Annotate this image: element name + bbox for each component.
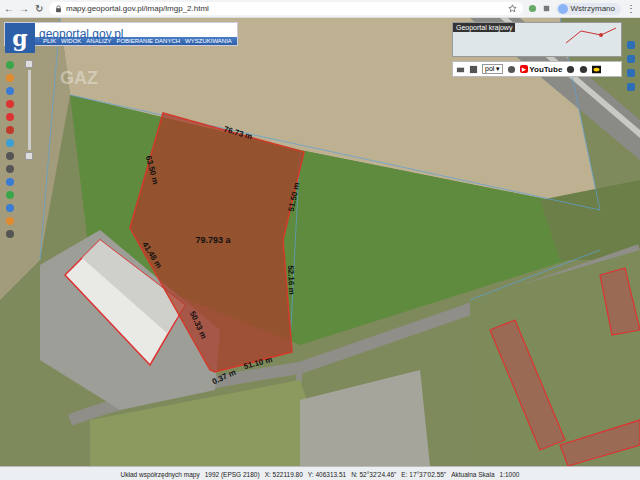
watermark: GAZ <box>60 68 98 89</box>
houses <box>490 268 640 466</box>
menu-item[interactable]: ANALIZY <box>86 38 111 44</box>
tool-icon[interactable] <box>5 190 15 200</box>
extension-icon[interactable] <box>528 4 537 13</box>
scale-label: Aktualna Skala <box>451 471 494 478</box>
url-text: mapy.geoportal.gov.pl/imap/lmgp_2.html <box>66 4 504 13</box>
menu-item[interactable]: PLIK <box>43 38 56 44</box>
menu-item[interactable]: POBIERANIE DANYCH <box>116 38 180 44</box>
scale-value: 1:1000 <box>500 471 520 478</box>
star-icon[interactable] <box>508 4 517 13</box>
lock-icon <box>55 5 62 13</box>
dimension-label: 52.16 m <box>286 265 296 295</box>
tool-icon[interactable] <box>5 125 15 135</box>
tool-icon[interactable] <box>5 216 15 226</box>
minimap-icon <box>561 23 621 53</box>
tool-icon[interactable] <box>5 203 15 213</box>
puzzle-icon[interactable] <box>542 4 551 13</box>
browser-window: ← → ↻ mapy.geoportal.gov.pl/imap/lmgp_2.htm… <box>0 0 640 480</box>
print-icon[interactable] <box>456 65 465 74</box>
back-button[interactable]: ← <box>4 3 14 14</box>
coord-y: Y: 406313.51 <box>308 471 346 478</box>
overview-panel: Geoportal krajowy pol ▾ ▶YouTube <box>452 22 622 77</box>
profile-button[interactable]: Wstrzymano <box>556 3 621 15</box>
panel-icon[interactable] <box>626 68 636 78</box>
tool-icon[interactable] <box>5 138 15 148</box>
panel-icon[interactable] <box>626 40 636 50</box>
browser-toolbar: ← → ↻ mapy.geoportal.gov.pl/imap/lmgp_2.htm… <box>0 0 640 18</box>
crs-value: 1992 (EPSG 2180) <box>205 471 260 478</box>
tool-icon[interactable] <box>5 229 15 239</box>
save-icon[interactable] <box>469 65 478 74</box>
panel-icon[interactable] <box>626 54 636 64</box>
tool-icon[interactable] <box>5 99 15 109</box>
left-toolbar <box>5 60 15 239</box>
coord-x: X: 522119.80 <box>265 471 303 478</box>
map-canvas[interactable]: GAZ79.793 a76.73 m63.50 m51.50 m41.48 m5… <box>0 18 640 466</box>
zoom-out-icon[interactable] <box>25 152 33 160</box>
tool-icon[interactable] <box>5 60 15 70</box>
overview-map[interactable]: Geoportal krajowy <box>452 22 622 57</box>
tool-icon[interactable] <box>5 177 15 187</box>
tool-icon[interactable] <box>5 112 15 122</box>
tool-icon[interactable] <box>5 73 15 83</box>
parcel-area-label: 79.793 a <box>195 235 230 245</box>
tool-icon[interactable] <box>5 151 15 161</box>
profile-label: Wstrzymano <box>571 4 615 13</box>
help-icon[interactable] <box>566 65 575 74</box>
plus-icon[interactable] <box>507 65 516 74</box>
crs-label: Układ współrzędnych mapy <box>121 471 200 478</box>
tool-icon[interactable] <box>5 164 15 174</box>
map-toolbar: pol ▾ ▶YouTube <box>452 61 622 77</box>
menu-button[interactable]: ⋮ <box>626 3 636 14</box>
accessibility-icon[interactable] <box>579 65 588 74</box>
zoom-slider[interactable] <box>25 60 33 160</box>
right-toolbar <box>626 40 636 92</box>
tool-icon[interactable] <box>5 86 15 96</box>
zoom-in-icon[interactable] <box>25 60 33 68</box>
selected-parcel[interactable] <box>130 113 304 372</box>
youtube-link[interactable]: ▶YouTube <box>520 65 562 74</box>
coord-n: N: 52°32'24.46" <box>351 471 396 478</box>
reload-button[interactable]: ↻ <box>34 3 44 14</box>
menu-item[interactable]: WIDOK <box>61 38 81 44</box>
panel-icon[interactable] <box>626 82 636 92</box>
app-header: ggeoportal.gov.plPLIKWIDOKANALIZYPOBIERA… <box>4 22 238 46</box>
language-select[interactable]: pol ▾ <box>482 64 503 74</box>
address-bar[interactable]: mapy.geoportal.gov.pl/imap/lmgp_2.html <box>49 2 523 15</box>
menu-item[interactable]: WYSZUKIWANIA <box>185 38 232 44</box>
logo-icon: g <box>5 23 35 53</box>
eye-icon[interactable] <box>592 65 601 74</box>
status-bar: Układ współrzędnych mapy 1992 (EPSG 2180)… <box>0 466 640 480</box>
forward-button[interactable]: → <box>19 3 29 14</box>
overview-title: Geoportal krajowy <box>453 23 515 32</box>
coord-e: E: 17°37'02.55" <box>401 471 446 478</box>
avatar-icon <box>558 4 568 14</box>
